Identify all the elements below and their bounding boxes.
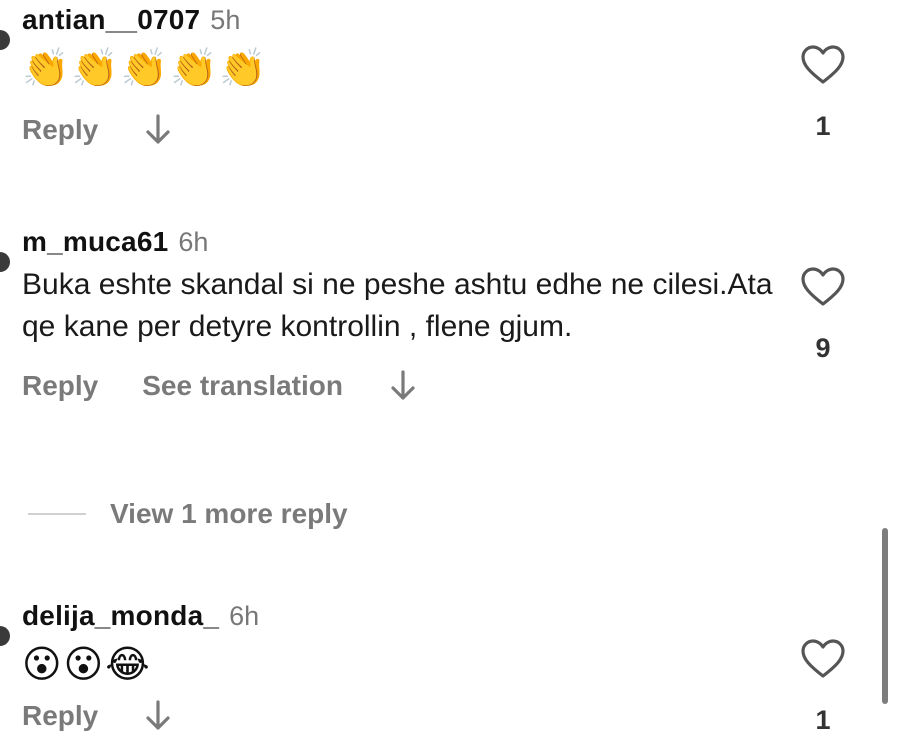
comment-emojis: 👏👏👏👏👏 (22, 46, 269, 90)
comment-item: delija_monda_ 6h 😮😮😂 Reply (0, 600, 880, 736)
avatar[interactable] (0, 626, 10, 646)
arrow-down-icon[interactable] (142, 112, 174, 148)
reply-button[interactable]: Reply (22, 370, 98, 402)
comment-meta: m_muca61 6h (22, 226, 880, 258)
view-more-replies-button[interactable]: View 1 more reply (110, 498, 348, 530)
comment-username[interactable]: delija_monda_ (22, 600, 219, 632)
arrow-down-icon[interactable] (142, 698, 174, 734)
comment-time: 6h (229, 601, 260, 631)
comment-emojis: 😮😮😂 (22, 642, 152, 686)
comment-meta: delija_monda_ 6h (22, 600, 880, 632)
like-count: 1 (815, 705, 831, 735)
comment-time: 5h (210, 5, 241, 35)
comment-item: antian__0707 5h 👏👏👏👏👏 Reply (0, 4, 880, 150)
like-control: 1 (798, 44, 848, 142)
comment-time: 6h (178, 227, 209, 257)
comment-actions: Reply (22, 110, 880, 150)
avatar[interactable] (0, 30, 10, 50)
comment-username[interactable]: antian__0707 (22, 4, 200, 36)
heart-icon[interactable] (800, 44, 846, 86)
avatar[interactable] (0, 252, 10, 272)
scrollbar[interactable] (882, 528, 888, 704)
like-count: 1 (815, 111, 831, 141)
heart-icon[interactable] (800, 266, 846, 308)
comment-username[interactable]: m_muca61 (22, 226, 168, 258)
reply-button[interactable]: Reply (22, 700, 98, 732)
comment-item: m_muca61 6h Buka eshte skandal si ne pes… (0, 226, 880, 406)
comment-text: Buka eshte skandal si ne peshe ashtu edh… (22, 268, 773, 343)
comment-meta: antian__0707 5h (22, 4, 880, 36)
comments-screen: antian__0707 5h 👏👏👏👏👏 Reply 1 m_muca61 6… (0, 0, 900, 742)
divider-line (28, 513, 86, 515)
comment-actions: Reply See translation (22, 366, 880, 406)
like-count: 9 (815, 333, 831, 363)
like-control: 1 (798, 638, 848, 736)
see-translation-button[interactable]: See translation (142, 370, 343, 402)
view-more-replies[interactable]: View 1 more reply (28, 498, 348, 530)
comment-actions: Reply (22, 696, 880, 736)
heart-icon[interactable] (800, 638, 846, 680)
like-control: 9 (798, 266, 848, 364)
arrow-down-icon[interactable] (387, 368, 419, 404)
reply-button[interactable]: Reply (22, 114, 98, 146)
